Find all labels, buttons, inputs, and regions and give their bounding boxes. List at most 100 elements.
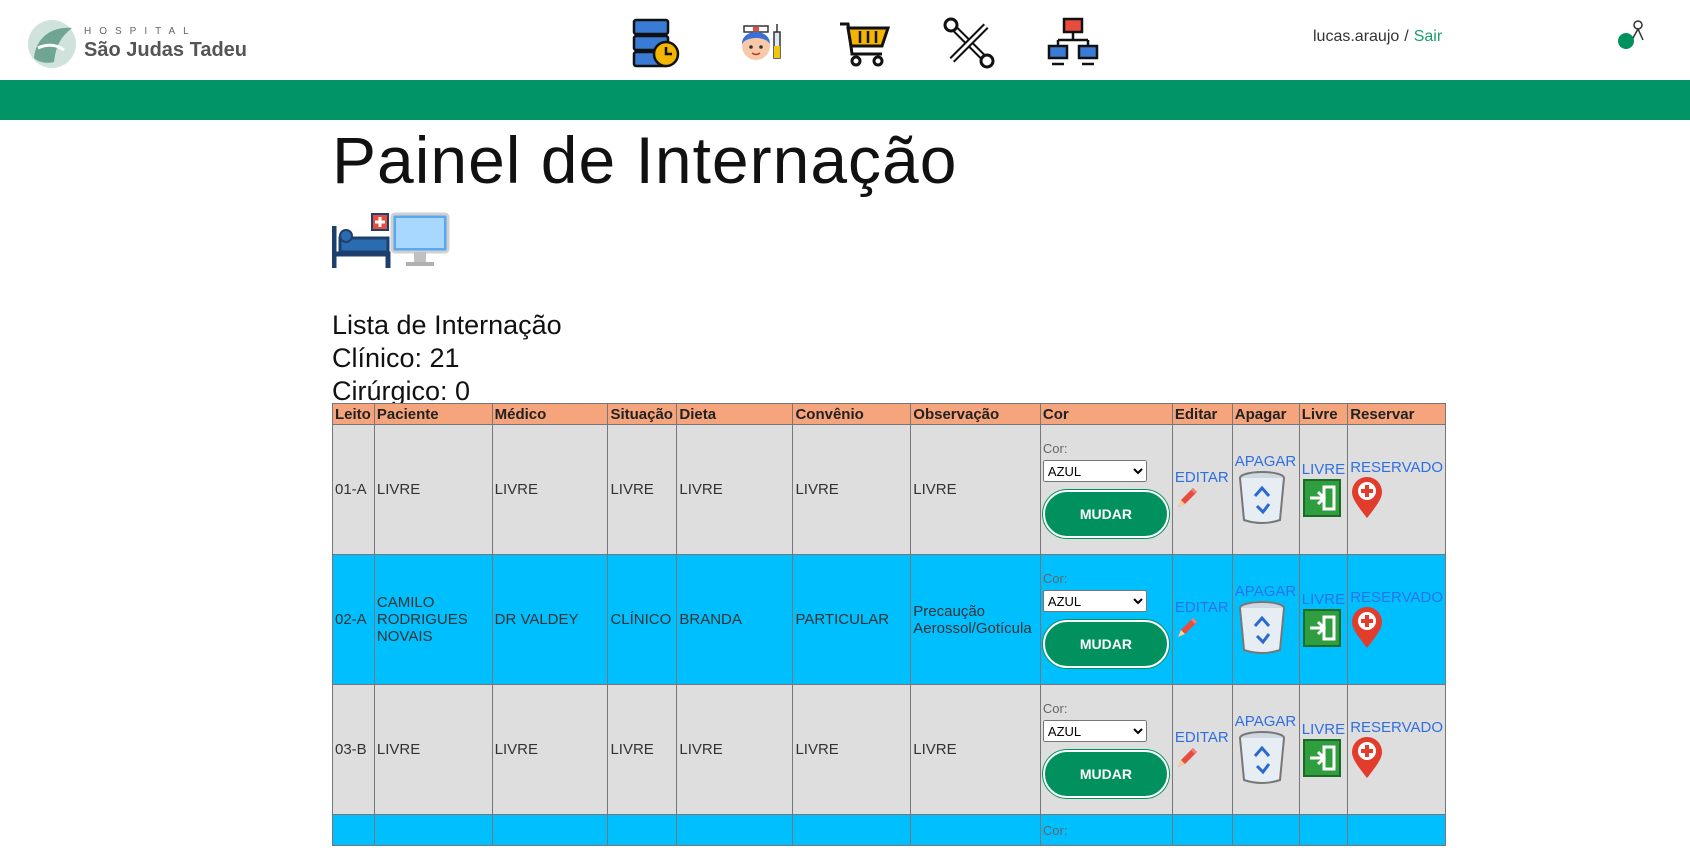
cell-cor: Cor: AZUL MUDAR bbox=[1039, 554, 1173, 685]
col-leito: Leito bbox=[332, 403, 375, 425]
col-situacao: Situação bbox=[607, 403, 678, 425]
main-nav bbox=[630, 16, 1150, 70]
delete-link[interactable]: APAGAR bbox=[1235, 453, 1297, 470]
cell-dieta: LIVRE bbox=[676, 424, 794, 555]
cell-medico: DR VALDEY bbox=[491, 554, 609, 685]
pencil-icon[interactable] bbox=[1175, 746, 1199, 770]
table-header-row: Leito Paciente Médico Situação Dieta Con… bbox=[332, 403, 1446, 425]
table-body: 01-A LIVRE LIVRE LIVRE LIVRE LIVRE LIVRE… bbox=[332, 424, 1446, 846]
recycle-bin-icon[interactable] bbox=[1235, 470, 1289, 526]
reserve-link[interactable]: RESERVADO bbox=[1350, 459, 1443, 476]
col-cor: Cor bbox=[1039, 403, 1173, 425]
enter-icon[interactable] bbox=[1302, 478, 1342, 518]
cell-cor: Cor: AZUL MUDAR bbox=[1039, 684, 1173, 815]
delete-link[interactable]: APAGAR bbox=[1235, 583, 1297, 600]
color-select[interactable]: AZUL bbox=[1042, 720, 1147, 742]
delete-link[interactable]: APAGAR bbox=[1235, 713, 1297, 730]
cell-paciente: LIVRE bbox=[373, 684, 493, 815]
color-select[interactable]: AZUL bbox=[1042, 460, 1147, 482]
free-link[interactable]: LIVRE bbox=[1302, 461, 1345, 478]
section-info: Lista de Internação Clínico: 21 Cirúrgic… bbox=[332, 309, 1446, 408]
page-title: Painel de Internação bbox=[332, 123, 958, 197]
hospital-logo[interactable]: HOSPITAL São Judas Tadeu bbox=[26, 18, 247, 70]
location-pin-icon[interactable] bbox=[1350, 736, 1384, 780]
logo-leaf-icon bbox=[28, 20, 76, 68]
user-area: lucas.araujo / Sair bbox=[1313, 28, 1442, 46]
internacao-table: Leito Paciente Médico Situação Dieta Con… bbox=[332, 403, 1446, 846]
cell-reservar: RESERVADO bbox=[1347, 424, 1446, 555]
col-livre: Livre bbox=[1298, 403, 1349, 425]
logout-link[interactable]: Sair bbox=[1414, 28, 1442, 45]
cell-cor: Cor: bbox=[1039, 814, 1173, 846]
col-medico: Médico bbox=[491, 403, 609, 425]
cor-label: Cor: bbox=[1042, 701, 1068, 716]
bed-monitor-icon bbox=[331, 212, 450, 268]
cell-leito: 02-A bbox=[332, 554, 375, 685]
cell-editar: EDITAR bbox=[1171, 684, 1233, 815]
cor-label: Cor: bbox=[1042, 441, 1068, 456]
col-apagar: Apagar bbox=[1231, 403, 1300, 425]
cell-livre: LIVRE bbox=[1298, 424, 1349, 555]
recycle-bin-icon[interactable] bbox=[1235, 600, 1289, 656]
notification-icon[interactable] bbox=[1616, 18, 1650, 52]
edit-link[interactable]: EDITAR bbox=[1175, 599, 1230, 616]
cell-paciente: LIVRE bbox=[373, 424, 493, 555]
pencil-icon[interactable] bbox=[1175, 616, 1199, 640]
cell-leito: 01-A bbox=[332, 424, 375, 555]
main-content: Painel de Internação Lista de Internação… bbox=[331, 120, 1446, 408]
nurse-icon[interactable] bbox=[734, 16, 788, 70]
cell-reservar: RESERVADO bbox=[1347, 684, 1446, 815]
mudar-button[interactable]: MUDAR bbox=[1042, 620, 1169, 668]
logo-small-text: HOSPITAL bbox=[84, 26, 197, 37]
cell-convenio: PARTICULAR bbox=[792, 554, 912, 685]
cell-leito: 03-B bbox=[332, 684, 375, 815]
color-select[interactable]: AZUL bbox=[1042, 590, 1147, 612]
col-editar: Editar bbox=[1171, 403, 1233, 425]
pencil-icon[interactable] bbox=[1175, 486, 1199, 510]
cell-editar: EDITAR bbox=[1171, 554, 1233, 685]
col-convenio: Convênio bbox=[792, 403, 912, 425]
shopping-cart-icon[interactable] bbox=[838, 16, 892, 70]
cell-livre: LIVRE bbox=[1298, 684, 1349, 815]
mudar-button[interactable]: MUDAR bbox=[1042, 750, 1169, 798]
table-row: 01-A LIVRE LIVRE LIVRE LIVRE LIVRE LIVRE… bbox=[332, 424, 1446, 555]
green-band bbox=[0, 80, 1690, 120]
cell-convenio: LIVRE bbox=[792, 424, 912, 555]
top-bar: HOSPITAL São Judas Tadeu lucas.araujo / … bbox=[0, 0, 1690, 80]
free-link[interactable]: LIVRE bbox=[1302, 721, 1345, 738]
edit-link[interactable]: EDITAR bbox=[1175, 729, 1230, 746]
cell-apagar: APAGAR bbox=[1231, 424, 1300, 555]
mudar-button[interactable]: MUDAR bbox=[1042, 490, 1169, 538]
logo-name: São Judas Tadeu bbox=[84, 39, 248, 61]
free-link[interactable]: LIVRE bbox=[1302, 591, 1345, 608]
enter-icon[interactable] bbox=[1302, 738, 1342, 778]
recycle-bin-icon[interactable] bbox=[1235, 730, 1289, 786]
network-icon[interactable] bbox=[1046, 16, 1100, 70]
cell-reservar: RESERVADO bbox=[1347, 554, 1446, 685]
cell-medico: LIVRE bbox=[491, 684, 609, 815]
tools-icon[interactable] bbox=[942, 16, 996, 70]
reserve-link[interactable]: RESERVADO bbox=[1350, 719, 1443, 736]
username: lucas.araujo bbox=[1313, 28, 1400, 45]
enter-icon[interactable] bbox=[1302, 608, 1342, 648]
cell-observacao: LIVRE bbox=[910, 684, 1041, 815]
cell-dieta: BRANDA bbox=[676, 554, 794, 685]
cell-apagar: APAGAR bbox=[1231, 684, 1300, 815]
cell-livre: LIVRE bbox=[1298, 554, 1349, 685]
table-row: 02-A CAMILO RODRIGUES NOVAIS DR VALDEY C… bbox=[332, 554, 1446, 685]
cell-medico: LIVRE bbox=[491, 424, 609, 555]
location-pin-icon[interactable] bbox=[1350, 476, 1384, 520]
cell-cor: Cor: AZUL MUDAR bbox=[1039, 424, 1173, 555]
cell-convenio: LIVRE bbox=[792, 684, 912, 815]
cell-situacao: CLÍNICO bbox=[607, 554, 678, 685]
cell-situacao: LIVRE bbox=[607, 424, 678, 555]
cell-apagar: APAGAR bbox=[1231, 554, 1300, 685]
list-title: Lista de Internação bbox=[332, 310, 562, 340]
server-clock-icon[interactable] bbox=[630, 16, 684, 70]
col-paciente: Paciente bbox=[373, 403, 493, 425]
user-separator: / bbox=[1404, 28, 1409, 45]
location-pin-icon[interactable] bbox=[1350, 606, 1384, 650]
reserve-link[interactable]: RESERVADO bbox=[1350, 589, 1443, 606]
col-observacao: Observação bbox=[910, 403, 1041, 425]
edit-link[interactable]: EDITAR bbox=[1175, 469, 1230, 486]
